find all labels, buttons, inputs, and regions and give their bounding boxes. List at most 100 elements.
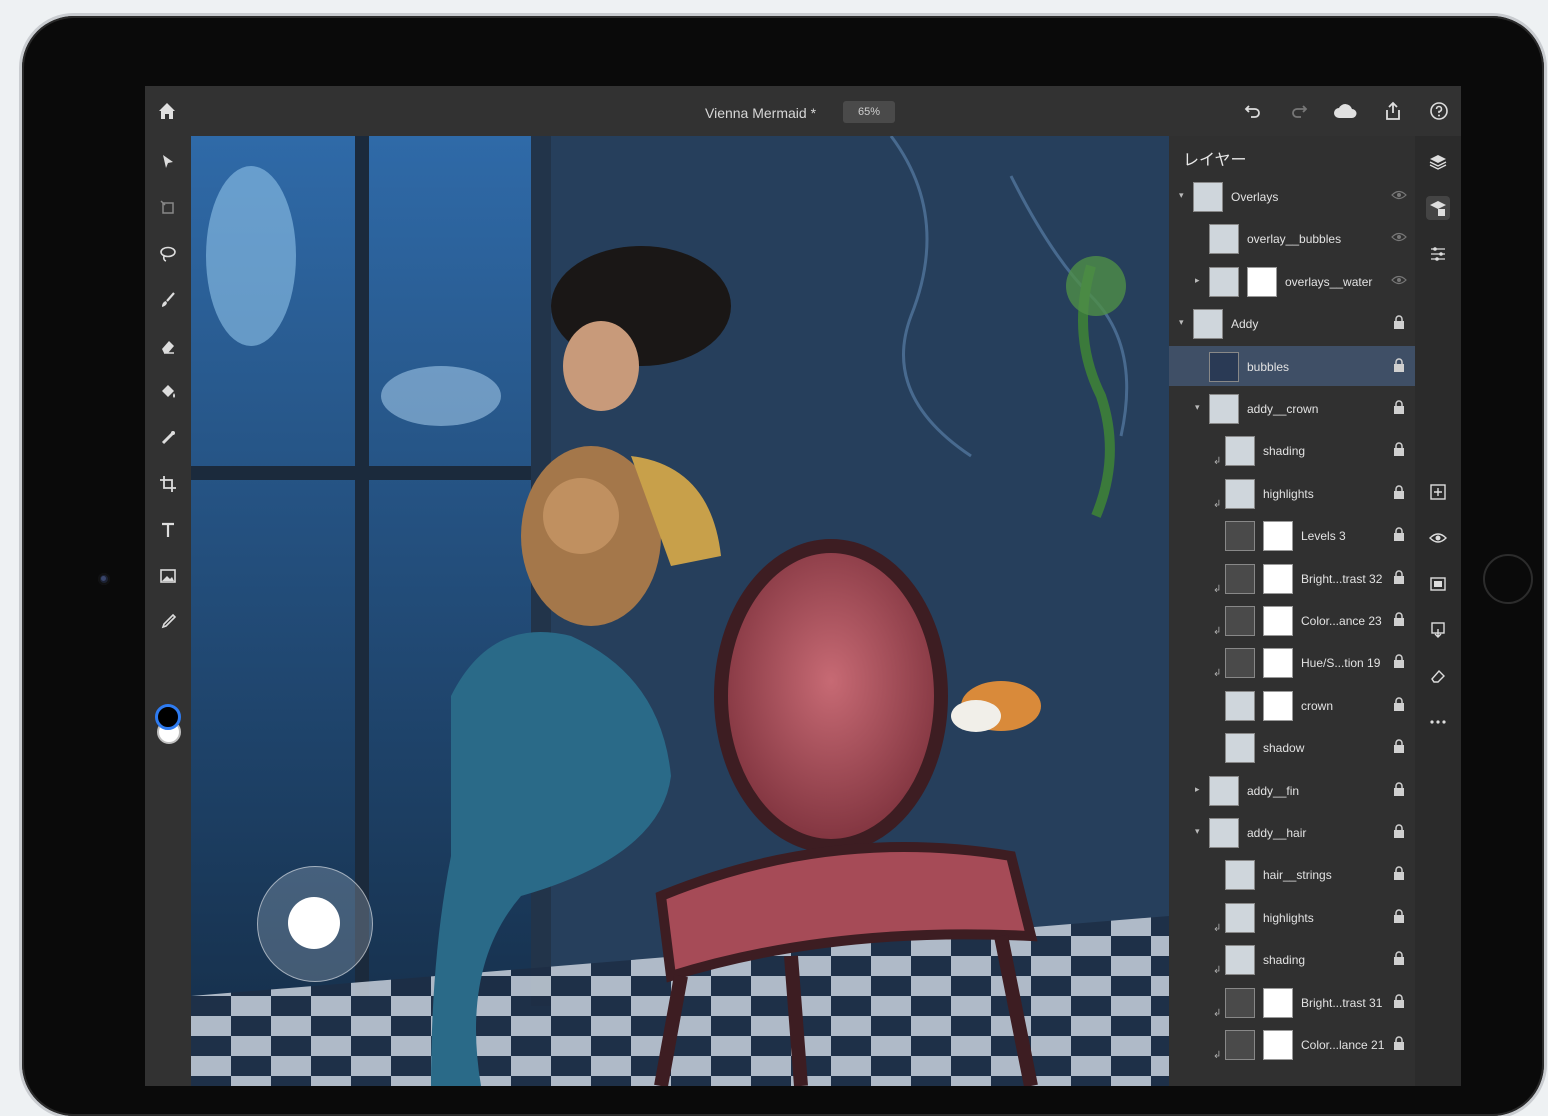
lock-icon[interactable]: [1393, 654, 1405, 669]
cloud-icon[interactable]: [1333, 99, 1357, 123]
lock-icon[interactable]: [1393, 1036, 1405, 1050]
layer-row[interactable]: ▾ addy__hair: [1169, 812, 1415, 852]
layer-row[interactable]: ↲ highlights: [1169, 473, 1415, 513]
layer-row[interactable]: ↲ Bright...trast 31: [1169, 982, 1415, 1022]
lock-icon[interactable]: [1393, 357, 1405, 372]
foreground-color-swatch[interactable]: [155, 704, 181, 730]
lock-icon[interactable]: [1393, 315, 1405, 330]
layer-row[interactable]: ↲ shading: [1169, 939, 1415, 979]
layer-name: crown: [1301, 698, 1334, 713]
layer-mask-thumbnail: [1263, 606, 1293, 636]
layer-row[interactable]: ↲ Hue/S...tion 19: [1169, 642, 1415, 682]
clipping-icon: ↲: [1213, 668, 1222, 680]
layer-name: addy__fin: [1247, 783, 1300, 798]
eye-icon[interactable]: [1391, 275, 1407, 285]
chevron-right-icon[interactable]: ▸: [1195, 275, 1200, 286]
lock-icon[interactable]: [1393, 697, 1405, 711]
lock-icon[interactable]: [1393, 739, 1405, 754]
lock-icon[interactable]: [1393, 909, 1405, 923]
lock-icon[interactable]: [1393, 781, 1405, 796]
layer-row[interactable]: ▾ addy__crown: [1169, 388, 1415, 428]
visibility-icon[interactable]: [1426, 526, 1450, 550]
transform-icon[interactable]: [154, 194, 182, 222]
lock-icon[interactable]: [1393, 485, 1405, 499]
layer-name: Hue/S...tion 19: [1301, 656, 1381, 671]
touch-shortcut-knob[interactable]: [288, 897, 340, 949]
layer-properties-icon[interactable]: [1426, 196, 1450, 220]
help-icon[interactable]: [1427, 99, 1451, 123]
layer-row[interactable]: ↲ shading: [1169, 430, 1415, 470]
chevron-right-icon[interactable]: ▸: [1195, 784, 1200, 795]
layer-row[interactable]: hair__strings: [1169, 854, 1415, 894]
lasso-icon[interactable]: [154, 240, 182, 268]
chevron-down-icon[interactable]: ▾: [1195, 402, 1200, 413]
layer-row[interactable]: crown: [1169, 685, 1415, 725]
merge-icon[interactable]: [1426, 618, 1450, 642]
layer-thumbnail: [1225, 733, 1255, 764]
chevron-down-icon[interactable]: ▾: [1179, 190, 1184, 201]
layer-name: Color...lance 21: [1301, 1038, 1385, 1052]
clipping-icon: ↲: [1213, 583, 1222, 595]
add-layer-icon[interactable]: [1426, 480, 1450, 504]
home-icon[interactable]: [155, 99, 179, 123]
layer-row[interactable]: ▸ addy__fin: [1169, 770, 1415, 810]
lock-icon[interactable]: [1393, 951, 1405, 966]
move-icon[interactable]: [154, 148, 182, 176]
layer-row[interactable]: ▸ overlays__water: [1169, 261, 1415, 301]
layers-icon[interactable]: [1426, 150, 1450, 174]
layer-row[interactable]: overlay__bubbles: [1169, 218, 1415, 258]
lock-icon[interactable]: [1393, 400, 1405, 414]
lock-icon[interactable]: [1393, 866, 1405, 881]
canvas-image[interactable]: [191, 136, 1169, 1086]
layer-row[interactable]: ↲ Bright...trast 32: [1169, 558, 1415, 598]
layer-row[interactable]: Levels 3: [1169, 515, 1415, 555]
layer-mask-thumbnail: [1263, 563, 1293, 594]
lock-icon[interactable]: [1393, 993, 1405, 1008]
adjustments-icon[interactable]: [1426, 242, 1450, 266]
layer-row[interactable]: ↲ Color...ance 23: [1169, 600, 1415, 640]
eyedropper-icon[interactable]: [154, 608, 182, 636]
type-icon[interactable]: [154, 516, 182, 544]
eye-icon[interactable]: [1391, 232, 1407, 242]
chevron-down-icon[interactable]: ▾: [1179, 317, 1184, 328]
paint-bucket-icon[interactable]: [154, 378, 182, 406]
layer-row[interactable]: ↲ Color...lance 21: [1169, 1024, 1415, 1064]
touch-shortcut-icon[interactable]: [257, 866, 373, 982]
lock-icon[interactable]: [1393, 569, 1405, 584]
more-icon[interactable]: [1426, 710, 1450, 734]
layer-thumbnail: [1225, 690, 1255, 721]
eraser-icon[interactable]: [154, 332, 182, 360]
brush-icon[interactable]: [154, 286, 182, 314]
lock-icon[interactable]: [1393, 442, 1405, 457]
layer-row[interactable]: shadow: [1169, 727, 1415, 767]
lock-icon[interactable]: [1393, 612, 1405, 626]
undo-icon[interactable]: [1241, 99, 1265, 123]
document-title[interactable]: Vienna Mermaid *: [705, 105, 816, 121]
zoom-level[interactable]: 65%: [843, 101, 895, 123]
clear-icon[interactable]: [1426, 664, 1450, 688]
layer-row[interactable]: bubbles: [1169, 345, 1415, 386]
crop-icon[interactable]: [154, 470, 182, 498]
layer-name: overlays__water: [1285, 274, 1373, 289]
clipping-icon: ↲: [1213, 922, 1222, 934]
layer-name: Addy: [1231, 317, 1259, 332]
mask-icon[interactable]: [1426, 572, 1450, 596]
layer-row[interactable]: ▾ Addy: [1169, 303, 1415, 343]
tool-bar: [145, 136, 191, 1086]
share-icon[interactable]: [1381, 99, 1405, 123]
healing-icon[interactable]: [154, 424, 182, 452]
layer-mask-thumbnail: [1247, 266, 1277, 297]
layer-thumbnail: [1225, 563, 1255, 594]
chevron-down-icon[interactable]: ▾: [1195, 826, 1200, 837]
lock-icon[interactable]: [1393, 527, 1405, 542]
layer-row[interactable]: ▾ Overlays: [1169, 176, 1415, 216]
redo-icon[interactable]: [1287, 99, 1311, 123]
place-image-icon[interactable]: [154, 562, 182, 590]
layer-thumbnail: [1209, 818, 1239, 848]
layer-row[interactable]: ↲ highlights: [1169, 897, 1415, 937]
lock-icon[interactable]: [1393, 824, 1405, 838]
layer-thumbnail: [1225, 606, 1255, 636]
home-button[interactable]: [1483, 554, 1533, 604]
layer-name: addy__hair: [1247, 826, 1307, 840]
eye-icon[interactable]: [1391, 190, 1407, 200]
